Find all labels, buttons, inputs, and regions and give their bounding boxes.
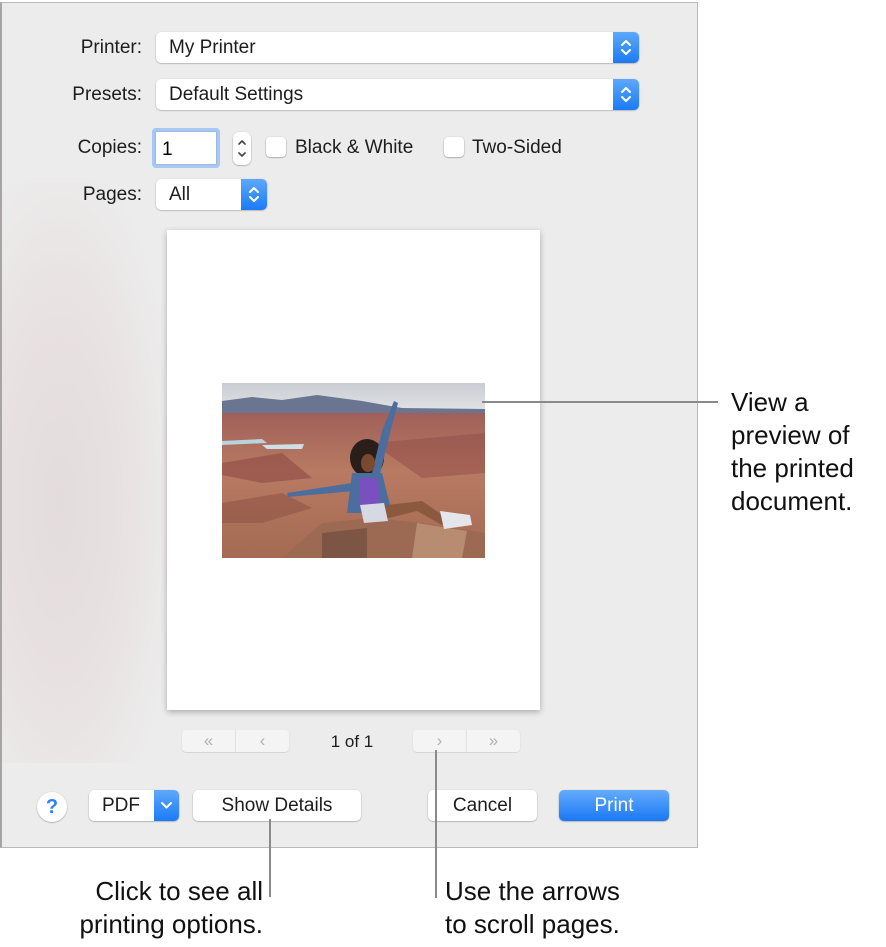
copies-field-focus-ring bbox=[152, 128, 220, 168]
previous-page-button[interactable]: ‹ bbox=[235, 730, 289, 752]
pages-label: Pages: bbox=[82, 184, 142, 205]
callout-line-show-details bbox=[269, 819, 271, 897]
copies-stepper[interactable] bbox=[233, 132, 251, 165]
black-white-label: Black & White bbox=[295, 137, 414, 158]
callout-line-preview bbox=[482, 401, 718, 403]
photo-image bbox=[222, 383, 485, 558]
presets-value: Default Settings bbox=[169, 84, 304, 105]
next-page-button[interactable]: › bbox=[413, 730, 466, 752]
printer-popup[interactable]: My Printer bbox=[156, 32, 639, 63]
callout-show-details-line-1: Click to see all bbox=[95, 876, 263, 906]
callout-preview-line-4: document. bbox=[731, 486, 853, 516]
printer-label: Printer: bbox=[80, 37, 142, 58]
first-page-button[interactable]: « bbox=[182, 730, 235, 752]
black-white-checkbox[interactable] bbox=[266, 137, 286, 157]
help-button[interactable]: ? bbox=[37, 792, 67, 822]
chevron-down-icon bbox=[154, 790, 179, 821]
print-dialog: Printer: My Printer Presets: Default Set… bbox=[0, 2, 698, 848]
page-indicator: 1 of 1 bbox=[330, 732, 374, 751]
print-button[interactable]: Print bbox=[559, 790, 669, 821]
popup-arrows-icon bbox=[613, 32, 639, 63]
popup-arrows-icon bbox=[613, 79, 639, 110]
printer-value: My Printer bbox=[169, 37, 256, 58]
pdf-menu-button[interactable]: PDF bbox=[89, 790, 179, 821]
callout-show-details-line-2: printing options. bbox=[79, 909, 263, 939]
callout-line-arrows bbox=[435, 750, 437, 898]
pager-forward-group: › » bbox=[413, 730, 520, 752]
preview-photo bbox=[222, 383, 485, 558]
copies-label: Copies: bbox=[77, 137, 142, 158]
copies-input[interactable] bbox=[155, 131, 217, 165]
callout-arrows-line-2: to scroll pages. bbox=[445, 909, 620, 939]
popup-arrows-icon bbox=[241, 179, 267, 210]
callout-preview-line-2: preview of bbox=[731, 420, 850, 450]
presets-popup[interactable]: Default Settings bbox=[156, 79, 639, 110]
double-chevron-right-icon: » bbox=[488, 731, 499, 750]
presets-label: Presets: bbox=[72, 84, 142, 105]
two-sided-label: Two-Sided bbox=[472, 137, 562, 158]
chevron-right-icon: › bbox=[436, 731, 443, 750]
callout-arrows-line-1: Use the arrows bbox=[445, 876, 620, 906]
two-sided-checkbox[interactable] bbox=[444, 137, 464, 157]
callout-preview-line-1: View a bbox=[731, 387, 809, 417]
last-page-button[interactable]: » bbox=[466, 730, 520, 752]
callout-preview: View a preview of the printed document. bbox=[731, 386, 854, 518]
dialog-background bbox=[2, 183, 167, 763]
callout-arrows: Use the arrows to scroll pages. bbox=[445, 875, 620, 941]
show-details-button[interactable]: Show Details bbox=[193, 790, 361, 821]
pages-popup[interactable]: All bbox=[156, 179, 267, 210]
callout-preview-line-3: the printed bbox=[731, 453, 854, 483]
stepper-arrows-icon bbox=[238, 140, 246, 157]
print-preview-page bbox=[167, 230, 540, 710]
cancel-button[interactable]: Cancel bbox=[428, 790, 537, 821]
pdf-label: PDF bbox=[102, 795, 140, 816]
callout-show-details: Click to see all printing options. bbox=[0, 875, 263, 941]
pages-value: All bbox=[169, 184, 191, 205]
chevron-left-icon: ‹ bbox=[259, 731, 266, 750]
double-chevron-left-icon: « bbox=[203, 731, 214, 750]
pager-back-group: « ‹ bbox=[182, 730, 289, 752]
